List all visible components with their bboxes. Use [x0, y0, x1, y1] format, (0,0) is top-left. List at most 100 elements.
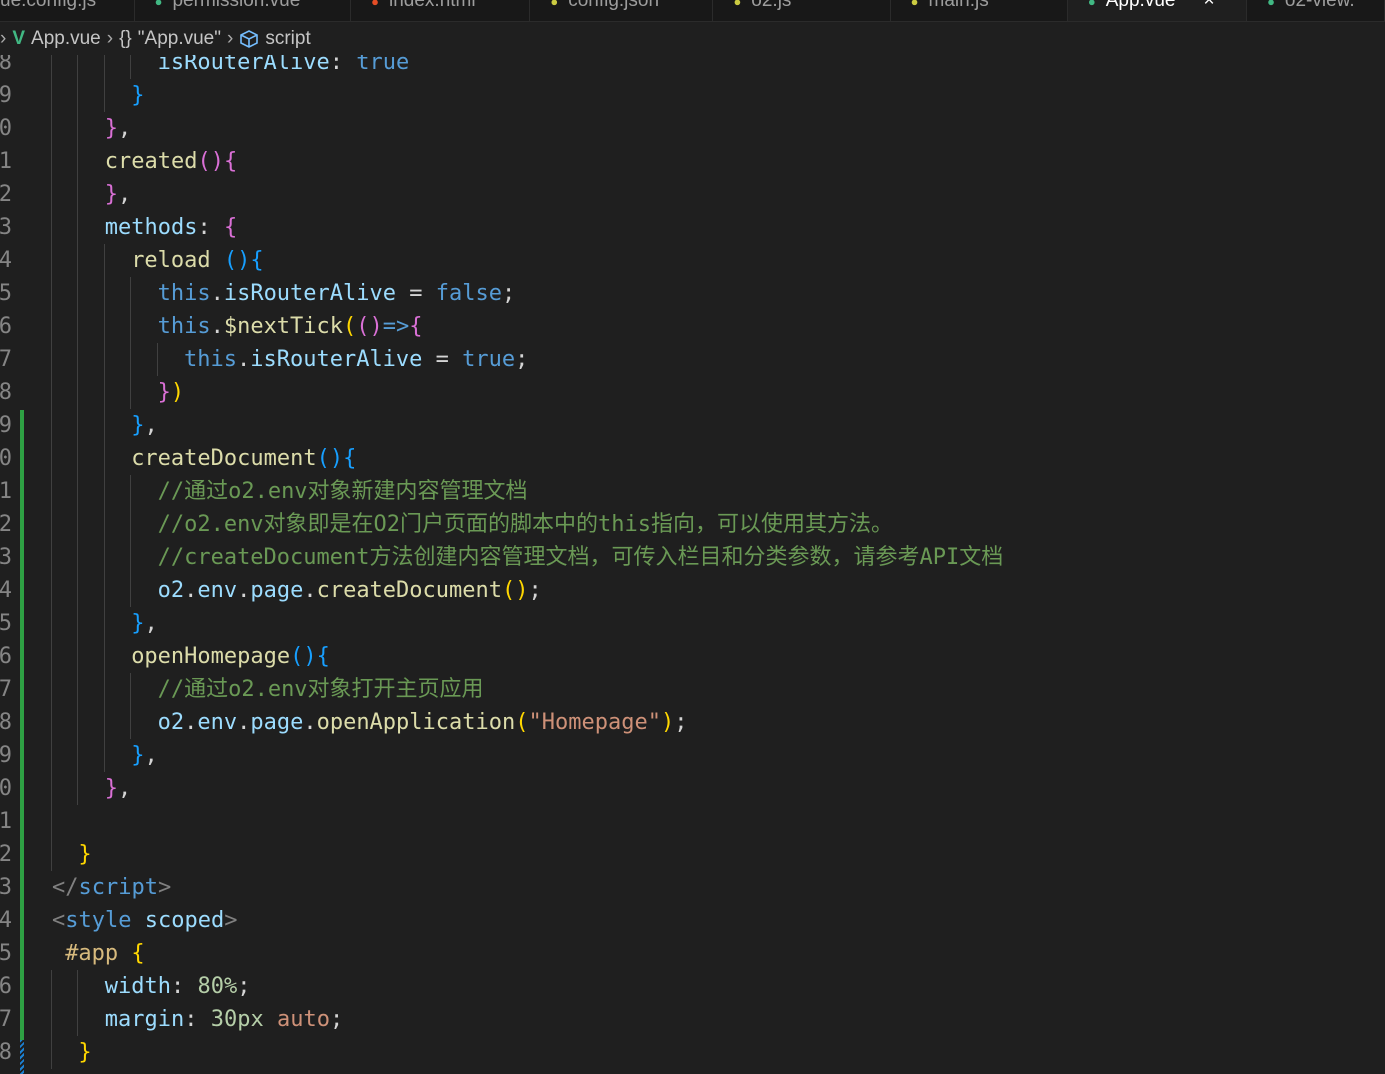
code-line: 3 //createDocument方法创建内容管理文档，可传入栏目和分类参数，请… — [0, 541, 1385, 574]
code-token: openApplication — [316, 710, 516, 735]
indent-guide — [77, 442, 79, 475]
git-modified-indicator[interactable] — [20, 1040, 24, 1074]
code-token: script — [78, 875, 158, 900]
indent-guide — [77, 376, 79, 409]
code-editor[interactable]: 8 isRouterAlive: true 9} 0}, 1 created(){2}, 3… — [0, 46, 1385, 1069]
code-token: ; — [330, 1007, 344, 1032]
code-token: 80% — [197, 974, 238, 999]
code-token: , — [144, 413, 158, 438]
code-token: < — [52, 908, 66, 933]
indent-guide — [103, 409, 105, 442]
indent-guide — [130, 475, 132, 508]
indent-guide — [77, 706, 79, 739]
code-token: ; — [528, 578, 542, 603]
code-token: } — [104, 776, 119, 801]
indent-guide — [51, 640, 52, 673]
tab-ue-config-js[interactable]: ue.config.js — [0, 0, 135, 21]
code-token: ; — [674, 710, 688, 735]
indent-guide — [103, 673, 105, 706]
line-number: 3 — [0, 875, 12, 900]
indent-guide — [156, 343, 158, 376]
indent-guide — [51, 112, 52, 145]
git-added-indicator[interactable] — [20, 410, 24, 1040]
code-token: //o2.env对象即是在O2门户页面的脚本中的this指向，可以使用其方法。 — [157, 512, 894, 537]
code-token: env — [197, 578, 238, 603]
breadcrumb-file[interactable]: App.vue — [31, 28, 101, 50]
indent-guide — [77, 673, 79, 706]
line-number: 1 — [0, 479, 12, 504]
line-number: 6 — [0, 974, 12, 999]
code-token: , — [118, 182, 132, 207]
code-token: . — [184, 710, 198, 735]
breadcrumb-object[interactable]: "App.vue" — [138, 28, 221, 50]
indent-guide — [103, 574, 105, 607]
tab-app-vue[interactable]: ● App.vue × — [1067, 0, 1248, 21]
code-token: . — [210, 281, 224, 306]
line-number: 4 — [0, 578, 12, 603]
indent-guide — [103, 640, 105, 673]
code-token: } — [131, 83, 145, 108]
code-line: 3 methods: { — [0, 211, 1385, 244]
code-line: 5 this.isRouterAlive = false; — [0, 277, 1385, 310]
code-token: ; — [237, 974, 251, 999]
indent-guide — [51, 970, 52, 1003]
code-token: () — [502, 578, 529, 603]
code-text: this.isRouterAlive = false; — [158, 277, 516, 310]
line-number: 8 — [0, 710, 12, 735]
code-token: this — [157, 314, 211, 339]
cube-icon — [240, 29, 259, 48]
line-number: 6 — [0, 644, 12, 669]
tab-index-html[interactable]: ● index.html — [351, 0, 531, 21]
code-text: }, — [105, 178, 132, 211]
line-number: 1 — [0, 809, 12, 834]
code-text: }, — [131, 739, 158, 772]
code-token: ) — [170, 380, 185, 405]
tab-main-js[interactable]: ● main.js — [891, 0, 1068, 21]
code-token: openHomepage — [131, 644, 291, 669]
line-number: 1 — [0, 149, 12, 174]
code-token: "Homepage" — [528, 710, 661, 735]
code-text: <style scoped> — [52, 904, 237, 937]
tab-o2-js[interactable]: ● o2.js — [713, 0, 891, 21]
indent-guide — [77, 211, 79, 244]
code-text: } — [131, 79, 144, 112]
tab-o2-view-[interactable]: ● o2-view. — [1247, 0, 1385, 21]
indent-guide — [103, 244, 105, 277]
code-token: ( — [343, 314, 357, 339]
indent-guide — [51, 442, 52, 475]
line-number: 0 — [0, 776, 12, 801]
code-token: > — [224, 908, 238, 933]
code-token: page — [250, 710, 304, 735]
line-number: 7 — [0, 677, 12, 702]
code-token: createDocument — [316, 578, 503, 603]
line-number: 2 — [0, 182, 12, 207]
indent-guide — [130, 277, 132, 310]
code-line: 1 //通过o2.env对象新建内容管理文档 — [0, 475, 1385, 508]
indent-guide — [51, 1003, 52, 1036]
code-token: methods — [104, 215, 198, 240]
indent-guide — [51, 673, 52, 706]
code-token: , — [144, 611, 158, 636]
indent-guide — [103, 343, 105, 376]
tab-permission-vue[interactable]: ● permission.vue — [135, 0, 352, 21]
code-line: 8 o2.env.page.openApplication("Homepage")… — [0, 706, 1385, 739]
indent-guide — [51, 739, 52, 772]
breadcrumb-symbol[interactable]: script — [265, 28, 310, 50]
code-text: } — [78, 1036, 91, 1069]
code-token: { — [131, 941, 145, 966]
indent-guide — [103, 739, 105, 772]
code-token: reload — [131, 248, 224, 273]
code-token: this — [184, 347, 237, 372]
indent-guide — [51, 772, 52, 805]
code-line: 0}, — [0, 772, 1385, 805]
code-token: > — [157, 875, 172, 900]
code-token: true — [462, 347, 516, 372]
code-text: }) — [158, 376, 185, 409]
tab-config-json[interactable]: ● config.json — [530, 0, 714, 21]
code-text: }, — [105, 772, 132, 805]
code-token: isRouterAlive — [223, 281, 397, 306]
code-line: 3 </script> — [0, 871, 1385, 904]
line-number: 8 — [0, 1040, 12, 1065]
